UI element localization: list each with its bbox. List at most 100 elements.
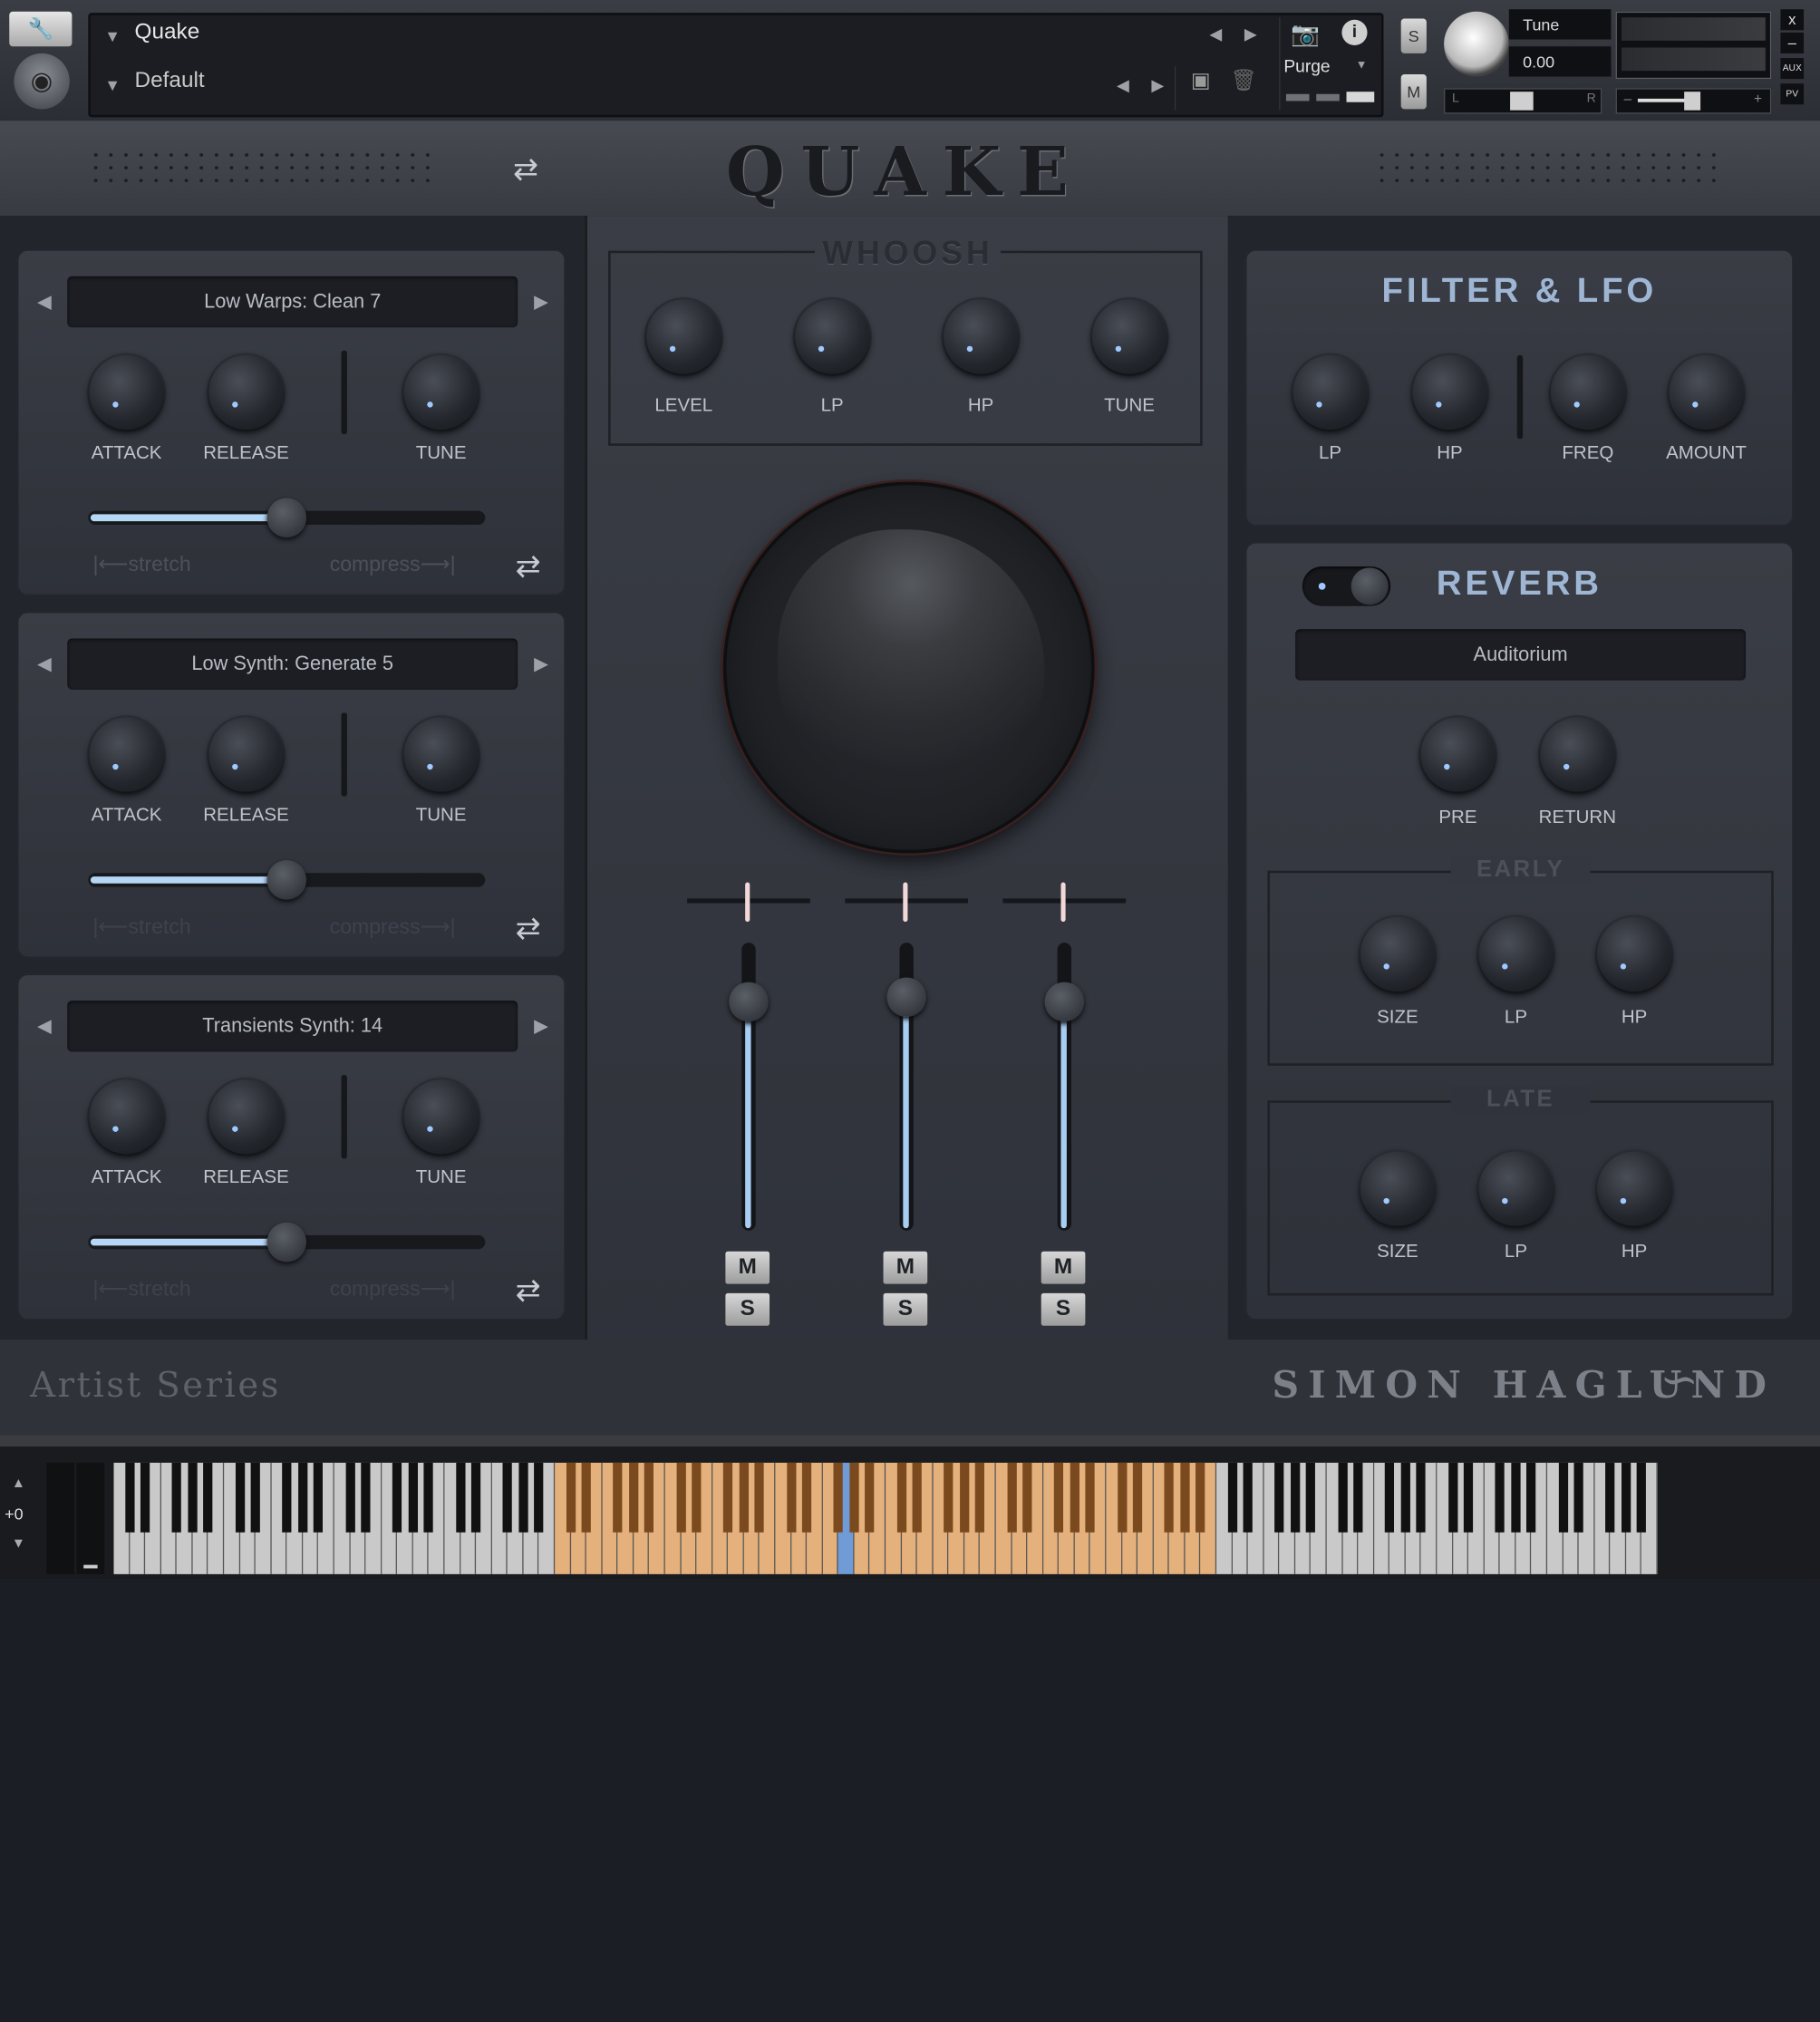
tune-knob[interactable] [403,1079,479,1155]
black-key[interactable] [1054,1462,1064,1533]
wrench-icon[interactable]: 🔧 [9,11,73,47]
attack-knob[interactable] [89,717,164,792]
reverb-return-knob[interactable] [1540,717,1615,792]
reverb-toggle[interactable] [1302,566,1391,606]
next-snapshot-icon[interactable]: ▶ [1151,75,1164,95]
black-key[interactable] [534,1462,544,1533]
black-key[interactable] [692,1462,702,1533]
black-key[interactable] [676,1462,686,1533]
delete-icon[interactable]: 🗑 [1230,69,1256,93]
mute-button[interactable]: M [1400,73,1427,110]
early-lp-knob[interactable] [1478,916,1554,992]
filter-hp-knob[interactable] [1412,354,1487,430]
channel-fader-thumb[interactable] [1044,982,1085,1022]
black-key[interactable] [203,1462,213,1533]
layer-preset-name[interactable]: Low Warps: Clean 7 [67,276,518,328]
black-key[interactable] [1605,1462,1615,1533]
black-key[interactable] [455,1462,465,1533]
tune-knob[interactable] [403,354,479,430]
black-key[interactable] [1227,1462,1237,1533]
prev-instrument-icon[interactable]: ◀ [1209,24,1222,44]
black-key[interactable] [171,1462,182,1533]
black-key[interactable] [1133,1462,1143,1533]
black-key[interactable] [1243,1462,1253,1533]
black-key[interactable] [833,1462,844,1533]
snapshot-name[interactable]: Default [135,69,205,94]
solo-button[interactable]: S [1400,18,1427,53]
release-knob[interactable] [208,354,284,430]
camera-icon[interactable]: 📷 [1291,20,1320,49]
black-key[interactable] [802,1462,812,1533]
tune-knob[interactable] [1444,11,1509,77]
black-key[interactable] [282,1462,292,1533]
black-key[interactable] [959,1462,970,1533]
black-key[interactable] [628,1462,639,1533]
black-key[interactable] [314,1462,324,1533]
reverb-preset[interactable]: Auditorium [1295,629,1747,681]
save-icon[interactable]: ▣ [1191,69,1211,93]
early-size-knob[interactable] [1360,916,1435,992]
channel-1-solo-button[interactable]: S [725,1292,770,1326]
reverb-pre-knob[interactable] [1420,717,1496,792]
channel-fader-thumb[interactable] [729,982,769,1022]
black-key[interactable] [345,1462,355,1533]
snapshot-dropdown-icon[interactable]: ▼ [104,75,121,93]
channel-fader-thumb[interactable] [886,977,926,1018]
black-key[interactable] [1070,1462,1079,1533]
late-size-knob[interactable] [1360,1151,1435,1226]
black-key[interactable] [1196,1462,1205,1533]
black-key[interactable] [1558,1462,1568,1533]
close-button[interactable]: x [1780,9,1805,31]
keys-container[interactable] [113,1435,1658,1579]
lfo-amount-knob[interactable] [1669,354,1744,430]
info-icon[interactable]: i [1341,19,1368,45]
black-key[interactable] [975,1462,985,1533]
black-key[interactable] [188,1462,198,1533]
black-key[interactable] [250,1462,261,1533]
tune-knob[interactable] [403,717,479,792]
channel-2-mute-button[interactable]: M [883,1251,928,1284]
black-key[interactable] [944,1462,954,1533]
filter-lp-knob[interactable] [1292,354,1368,430]
black-key[interactable] [1022,1462,1032,1533]
black-key[interactable] [1117,1462,1127,1533]
prev-snapshot-icon[interactable]: ◀ [1117,75,1129,95]
pitch-wheel[interactable] [46,1462,74,1574]
black-key[interactable] [566,1462,576,1533]
toggle-thumb[interactable] [1350,567,1389,605]
pan-handle[interactable] [745,882,750,923]
black-key[interactable] [1007,1462,1017,1533]
volume-handle[interactable] [1684,92,1701,111]
shuffle-icon[interactable]: ⇄ [516,910,541,946]
black-key[interactable] [1085,1462,1096,1533]
next-instrument-icon[interactable]: ▶ [1244,24,1257,44]
black-key[interactable] [124,1462,134,1533]
black-key[interactable] [1464,1462,1474,1533]
black-key[interactable] [1447,1462,1457,1533]
black-key[interactable] [1180,1462,1190,1533]
black-key[interactable] [297,1462,308,1533]
black-key[interactable] [1511,1462,1521,1533]
instrument-dropdown-icon[interactable]: ▼ [104,26,121,44]
stretch-slider-thumb[interactable] [266,498,307,538]
black-key[interactable] [754,1462,765,1533]
black-key[interactable] [392,1462,402,1533]
black-key[interactable] [1290,1462,1301,1533]
black-key[interactable] [865,1462,875,1533]
attack-knob[interactable] [89,1079,164,1155]
attack-knob[interactable] [89,354,164,430]
black-key[interactable] [613,1462,623,1533]
release-knob[interactable] [208,1079,284,1155]
channel-3-mute-button[interactable]: M [1041,1251,1086,1284]
black-key[interactable] [1621,1462,1631,1533]
black-key[interactable] [502,1462,513,1533]
black-key[interactable] [1416,1462,1427,1533]
prev-preset-icon[interactable]: ◀ [37,653,52,676]
black-key[interactable] [912,1462,922,1533]
channel-2-solo-button[interactable]: S [883,1292,928,1326]
next-preset-icon[interactable]: ▶ [534,653,548,676]
black-key[interactable] [1337,1462,1348,1533]
channel-3-solo-button[interactable]: S [1041,1292,1086,1326]
shuffle-icon[interactable]: ⇄ [516,1272,541,1309]
shuffle-icon[interactable]: ⇄ [516,548,541,585]
